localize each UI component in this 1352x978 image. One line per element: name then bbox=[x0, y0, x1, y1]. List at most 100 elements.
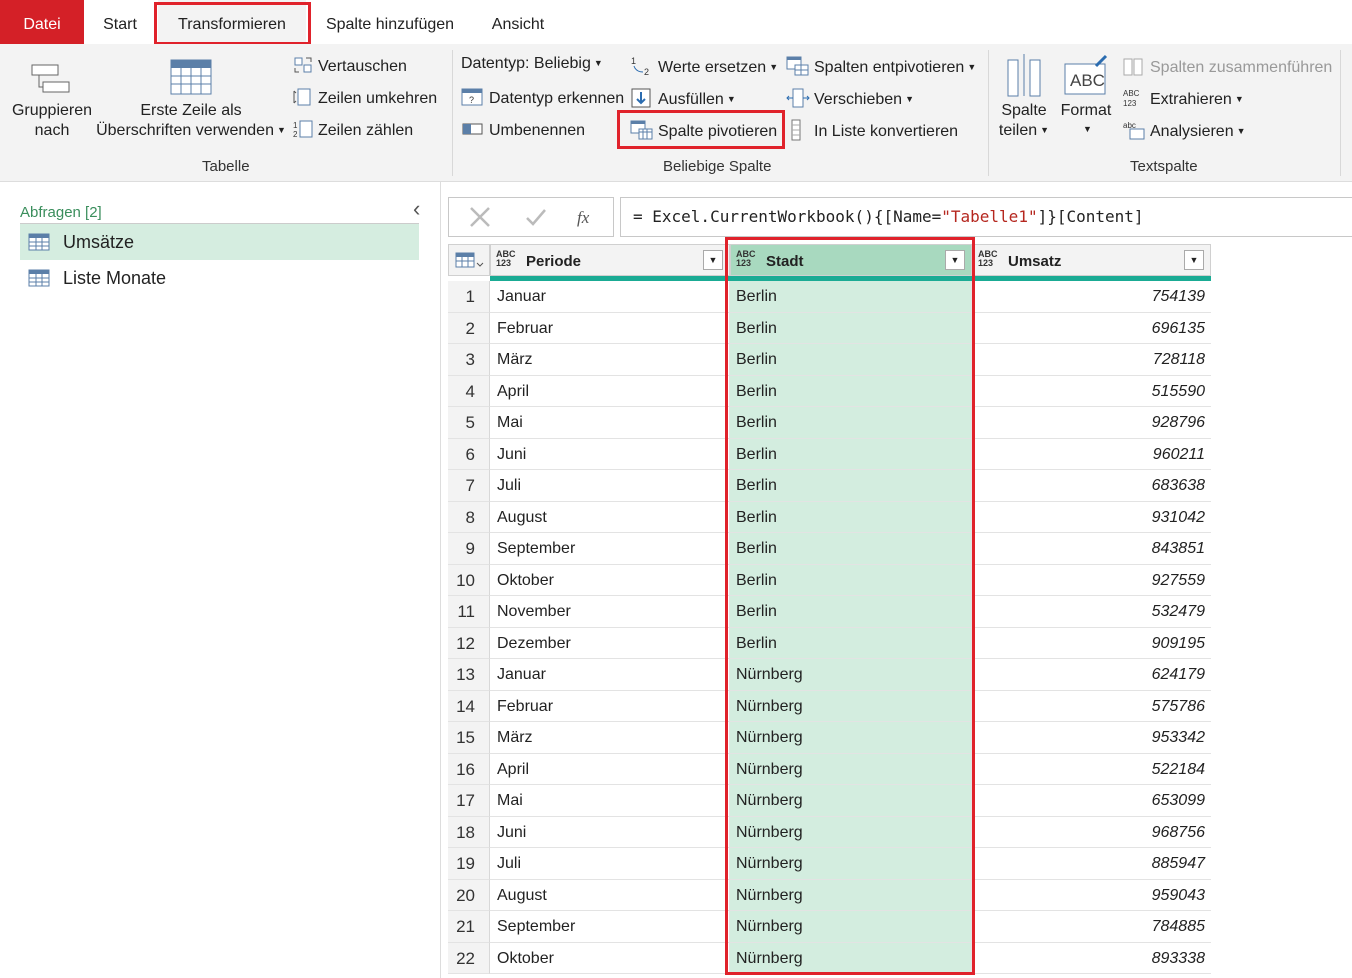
periode-cell[interactable]: Oktober bbox=[490, 564, 730, 596]
periode-cell[interactable]: September bbox=[490, 533, 730, 565]
row-index-cell[interactable]: 21 bbox=[448, 911, 490, 943]
spalten-zusammenfuehren-button[interactable]: Spalten zusammenführen bbox=[1122, 55, 1332, 77]
extrahieren-button[interactable]: ABC 123 Extrahieren ▼ bbox=[1122, 87, 1244, 109]
periode-cell[interactable]: März bbox=[490, 722, 730, 754]
stadt-cell[interactable]: Nürnberg bbox=[730, 722, 972, 754]
umsatz-cell[interactable]: 928796 bbox=[972, 407, 1211, 439]
periode-cell[interactable]: Dezember bbox=[490, 627, 730, 659]
datentyp-dropdown[interactable]: Datentyp: Beliebig ▼ bbox=[461, 55, 603, 73]
verschieben-button[interactable]: Verschieben ▼ bbox=[786, 87, 914, 109]
stadt-cell[interactable]: Nürnberg bbox=[730, 911, 972, 943]
umsatz-cell[interactable]: 960211 bbox=[972, 439, 1211, 470]
collapse-pane-icon[interactable]: ‹ bbox=[413, 196, 420, 222]
umsatz-cell[interactable]: 968756 bbox=[972, 817, 1211, 848]
umsatz-cell[interactable]: 931042 bbox=[972, 502, 1211, 533]
stadt-cell[interactable]: Berlin bbox=[730, 312, 972, 344]
stadt-cell[interactable]: Nürnberg bbox=[730, 848, 972, 880]
periode-cell[interactable]: Februar bbox=[490, 312, 730, 344]
stadt-cell[interactable]: Berlin bbox=[730, 533, 972, 565]
row-index-cell[interactable]: 8 bbox=[448, 501, 490, 533]
umsatz-cell[interactable]: 515590 bbox=[972, 376, 1211, 407]
row-index-cell[interactable]: 4 bbox=[448, 375, 490, 407]
row-index-cell[interactable]: 10 bbox=[448, 564, 490, 596]
row-index-cell[interactable]: 13 bbox=[448, 659, 490, 691]
periode-cell[interactable]: November bbox=[490, 596, 730, 628]
umsatz-cell[interactable]: 728118 bbox=[972, 344, 1211, 376]
ausfuellen-button[interactable]: Ausfüllen ▼ bbox=[630, 87, 736, 109]
vertauschen-button[interactable]: Vertauschen bbox=[292, 55, 407, 76]
query-item-liste-monate[interactable]: Liste Monate bbox=[20, 260, 419, 296]
stadt-cell[interactable]: Nürnberg bbox=[730, 879, 972, 911]
umsatz-cell[interactable]: 784885 bbox=[972, 911, 1211, 943]
row-index-cell[interactable]: 14 bbox=[448, 690, 490, 722]
tab-start[interactable]: Start bbox=[84, 0, 156, 44]
stadt-cell[interactable]: Berlin bbox=[730, 501, 972, 533]
periode-cell[interactable]: Januar bbox=[490, 659, 730, 691]
stadt-cell[interactable]: Nürnberg bbox=[730, 816, 972, 848]
column-header-periode[interactable]: ABC 123 Periode ▼ bbox=[490, 244, 730, 276]
filter-dropdown-icon[interactable]: ▼ bbox=[1184, 250, 1204, 270]
stadt-cell[interactable]: Berlin bbox=[730, 407, 972, 439]
row-index-cell[interactable]: 18 bbox=[448, 816, 490, 848]
formula-input[interactable]: = Excel.CurrentWorkbook(){[Name="Tabelle… bbox=[620, 197, 1352, 237]
in-liste-konvertieren-button[interactable]: In Liste konvertieren bbox=[786, 119, 958, 141]
umsatz-cell[interactable]: 522184 bbox=[972, 754, 1211, 785]
umsatz-cell[interactable]: 653099 bbox=[972, 785, 1211, 817]
format-button[interactable]: ABC Format ▼ bbox=[1058, 52, 1114, 152]
umsatz-cell[interactable]: 893338 bbox=[972, 943, 1211, 974]
periode-cell[interactable]: April bbox=[490, 753, 730, 785]
periode-cell[interactable]: Februar bbox=[490, 690, 730, 722]
row-index-cell[interactable]: 16 bbox=[448, 753, 490, 785]
row-index-cell[interactable]: 15 bbox=[448, 722, 490, 754]
stadt-cell[interactable]: Berlin bbox=[730, 596, 972, 628]
erste-zeile-button[interactable]: Erste Zeile als Überschriften verwenden ▼ bbox=[96, 58, 286, 150]
periode-cell[interactable]: August bbox=[490, 501, 730, 533]
periode-cell[interactable]: September bbox=[490, 911, 730, 943]
row-index-cell[interactable]: 11 bbox=[448, 596, 490, 628]
periode-cell[interactable]: Mai bbox=[490, 407, 730, 439]
fx-icon[interactable]: fx bbox=[575, 205, 599, 229]
column-header-umsatz[interactable]: ABC 123 Umsatz ▼ bbox=[972, 244, 1211, 276]
tab-transformieren[interactable]: Transformieren bbox=[158, 0, 306, 44]
periode-cell[interactable]: Januar bbox=[490, 281, 730, 313]
analysieren-button[interactable]: abc Analysieren ▼ bbox=[1122, 119, 1246, 141]
periode-cell[interactable]: April bbox=[490, 375, 730, 407]
row-index-cell[interactable]: 12 bbox=[448, 627, 490, 659]
periode-cell[interactable]: Juli bbox=[490, 470, 730, 502]
row-index-cell[interactable]: 2 bbox=[448, 312, 490, 344]
datentyp-erkennen-button[interactable]: ? Datentyp erkennen bbox=[461, 87, 624, 108]
row-index-cell[interactable]: 5 bbox=[448, 407, 490, 439]
stadt-cell[interactable]: Berlin bbox=[730, 627, 972, 659]
umsatz-cell[interactable]: 532479 bbox=[972, 596, 1211, 628]
gruppieren-nach-button[interactable]: Gruppieren nach bbox=[8, 58, 96, 150]
stadt-cell[interactable]: Berlin bbox=[730, 470, 972, 502]
umsatz-cell[interactable]: 953342 bbox=[972, 722, 1211, 754]
periode-cell[interactable]: Juni bbox=[490, 438, 730, 470]
periode-cell[interactable]: Mai bbox=[490, 785, 730, 817]
stadt-cell[interactable]: Nürnberg bbox=[730, 785, 972, 817]
cancel-icon[interactable] bbox=[468, 205, 492, 229]
tab-ansicht[interactable]: Ansicht bbox=[470, 0, 566, 44]
umsatz-cell[interactable]: 575786 bbox=[972, 691, 1211, 722]
row-index-cell[interactable]: 19 bbox=[448, 848, 490, 880]
tab-datei[interactable]: Datei bbox=[0, 0, 84, 44]
stadt-cell[interactable]: Berlin bbox=[730, 438, 972, 470]
row-index-cell[interactable]: 3 bbox=[448, 344, 490, 376]
tab-spalte-hinzufuegen[interactable]: Spalte hinzufügen bbox=[310, 0, 470, 44]
umsatz-cell[interactable]: 959043 bbox=[972, 880, 1211, 911]
row-index-cell[interactable]: 17 bbox=[448, 785, 490, 817]
periode-cell[interactable]: März bbox=[490, 344, 730, 376]
umsatz-cell[interactable]: 696135 bbox=[972, 313, 1211, 344]
row-index-cell[interactable]: 22 bbox=[448, 942, 490, 974]
filter-dropdown-icon[interactable]: ▼ bbox=[945, 250, 965, 270]
werte-ersetzen-button[interactable]: 1 2 Werte ersetzen ▼ bbox=[630, 55, 778, 77]
umsatz-cell[interactable]: 927559 bbox=[972, 565, 1211, 596]
stadt-cell[interactable]: Nürnberg bbox=[730, 659, 972, 691]
umsatz-cell[interactable]: 754139 bbox=[972, 281, 1211, 313]
filter-dropdown-icon[interactable]: ▼ bbox=[703, 250, 723, 270]
row-index-cell[interactable]: 7 bbox=[448, 470, 490, 502]
row-index-cell[interactable]: 1 bbox=[448, 281, 490, 313]
column-header-stadt[interactable]: ABC 123 Stadt ▼ bbox=[730, 244, 972, 276]
umsatz-cell[interactable]: 885947 bbox=[972, 848, 1211, 880]
stadt-cell[interactable]: Berlin bbox=[730, 344, 972, 376]
